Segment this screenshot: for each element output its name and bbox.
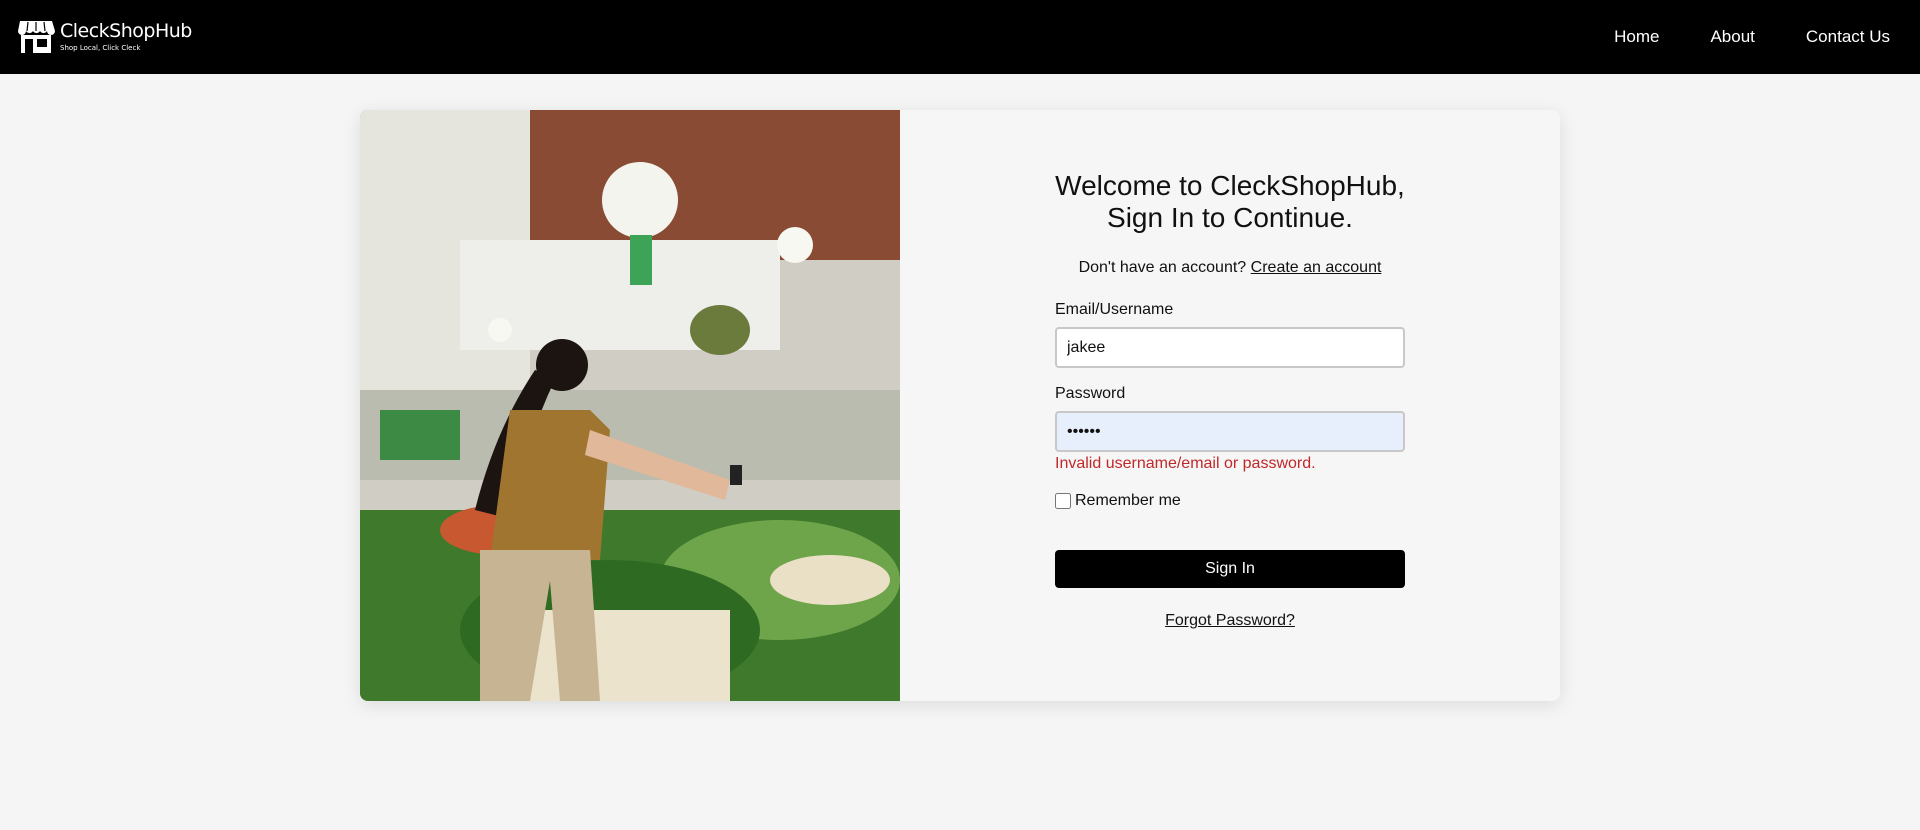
- remember-me-checkbox[interactable]: [1055, 493, 1071, 509]
- login-form: Welcome to CleckShopHub, Sign In to Cont…: [1055, 170, 1405, 701]
- email-field[interactable]: [1055, 327, 1405, 368]
- main-nav: Home About Contact Us: [1563, 27, 1890, 47]
- signup-prompt: Don't have an account? Create an account: [1055, 259, 1405, 277]
- nav-about-link[interactable]: About: [1710, 27, 1754, 47]
- brand[interactable]: CleckShopHub Shop Local, Click Cleck: [16, 17, 192, 57]
- page-title: Welcome to CleckShopHub, Sign In to Cont…: [1055, 170, 1405, 234]
- password-field[interactable]: [1055, 411, 1405, 452]
- brand-tagline: Shop Local, Click Cleck: [60, 44, 141, 52]
- title-line-1: Welcome to CleckShopHub,: [1055, 170, 1405, 201]
- login-card: Welcome to CleckShopHub, Sign In to Cont…: [360, 110, 1560, 701]
- brand-text: CleckShopHub Shop Local, Click Cleck: [60, 22, 192, 52]
- nav-home-link[interactable]: Home: [1614, 27, 1659, 47]
- sign-in-button[interactable]: Sign In: [1055, 550, 1405, 588]
- title-line-2: Sign In to Continue.: [1107, 202, 1353, 233]
- forgot-password-link[interactable]: Forgot Password?: [1055, 612, 1405, 630]
- remember-me-label: Remember me: [1075, 492, 1181, 509]
- login-form-area: Welcome to CleckShopHub, Sign In to Cont…: [900, 110, 1560, 701]
- email-label: Email/Username: [1055, 301, 1174, 318]
- market-photo: [360, 110, 900, 701]
- storefront-icon: [18, 21, 55, 53]
- create-account-link[interactable]: Create an account: [1251, 259, 1382, 276]
- password-label: Password: [1055, 385, 1126, 402]
- no-account-text: Don't have an account?: [1078, 259, 1247, 276]
- nav-contact-link[interactable]: Contact Us: [1806, 27, 1890, 47]
- error-message: Invalid username/email or password.: [1055, 455, 1316, 472]
- top-navbar: CleckShopHub Shop Local, Click Cleck Hom…: [0, 0, 1920, 74]
- remember-me: Remember me: [1055, 492, 1405, 510]
- market-illustration: [360, 110, 900, 701]
- brand-name: CleckShopHub: [60, 20, 192, 42]
